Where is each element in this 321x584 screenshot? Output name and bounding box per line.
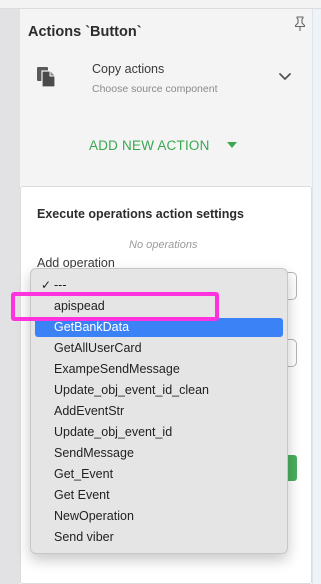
dropdown-option[interactable]: AddEventStr <box>35 402 283 421</box>
pin-icon[interactable] <box>293 16 307 32</box>
dropdown-option[interactable]: Send viber <box>35 528 283 547</box>
dropdown-option-label: --- <box>54 278 67 292</box>
dropdown-option-label: NewOperation <box>54 509 134 523</box>
copy-actions-title: Copy actions <box>92 62 165 76</box>
save-button[interactable] <box>287 455 297 481</box>
no-operations-text: No operations <box>129 239 198 251</box>
settings-title: Execute operations action settings <box>37 207 244 221</box>
dropdown-option[interactable]: Update_obj_event_id_clean <box>35 381 283 400</box>
dropdown-option-label: Update_obj_event_id <box>54 425 173 439</box>
dropdown-option-label: AddEventStr <box>54 404 125 418</box>
chevron-down-icon[interactable] <box>278 72 292 82</box>
copy-icon <box>37 67 56 88</box>
dropdown-option-label: Send viber <box>54 530 114 544</box>
dropdown-option-label: GetBankData <box>54 320 130 334</box>
panel-title: Actions `Button` <box>28 24 142 40</box>
dropdown-option[interactable]: GetAllUserCard <box>35 339 283 358</box>
dropdown-option-label: Get Event <box>54 488 110 502</box>
dropdown-option-label: Update_obj_event_id_clean <box>54 383 209 397</box>
dropdown-option[interactable]: Get Event <box>35 486 283 505</box>
dropdown-option-label: GetAllUserCard <box>54 341 142 355</box>
caret-down-icon <box>227 142 237 148</box>
right-gutter <box>312 9 321 584</box>
dropdown-option-label: ExampeSendMessage <box>54 362 180 376</box>
add-new-action-label: ADD NEW ACTION <box>89 138 210 153</box>
dropdown-option[interactable]: ExampeSendMessage <box>35 360 283 379</box>
dropdown-option-label: SendMessage <box>54 446 134 460</box>
dropdown-option[interactable]: NewOperation <box>35 507 283 526</box>
dropdown-option-label: Get_Event <box>54 467 114 481</box>
copy-actions-row[interactable]: Copy actions Choose source component <box>20 55 312 115</box>
add-new-action-button[interactable]: ADD NEW ACTION <box>89 137 237 155</box>
copy-actions-subtitle: Choose source component <box>92 83 218 95</box>
annotation-highlight <box>11 292 219 321</box>
dropdown-option[interactable]: Update_obj_event_id <box>35 423 283 442</box>
dropdown-option[interactable]: SendMessage <box>35 444 283 463</box>
dropdown-option[interactable]: Get_Event <box>35 465 283 484</box>
browser-top-strip <box>0 0 321 9</box>
